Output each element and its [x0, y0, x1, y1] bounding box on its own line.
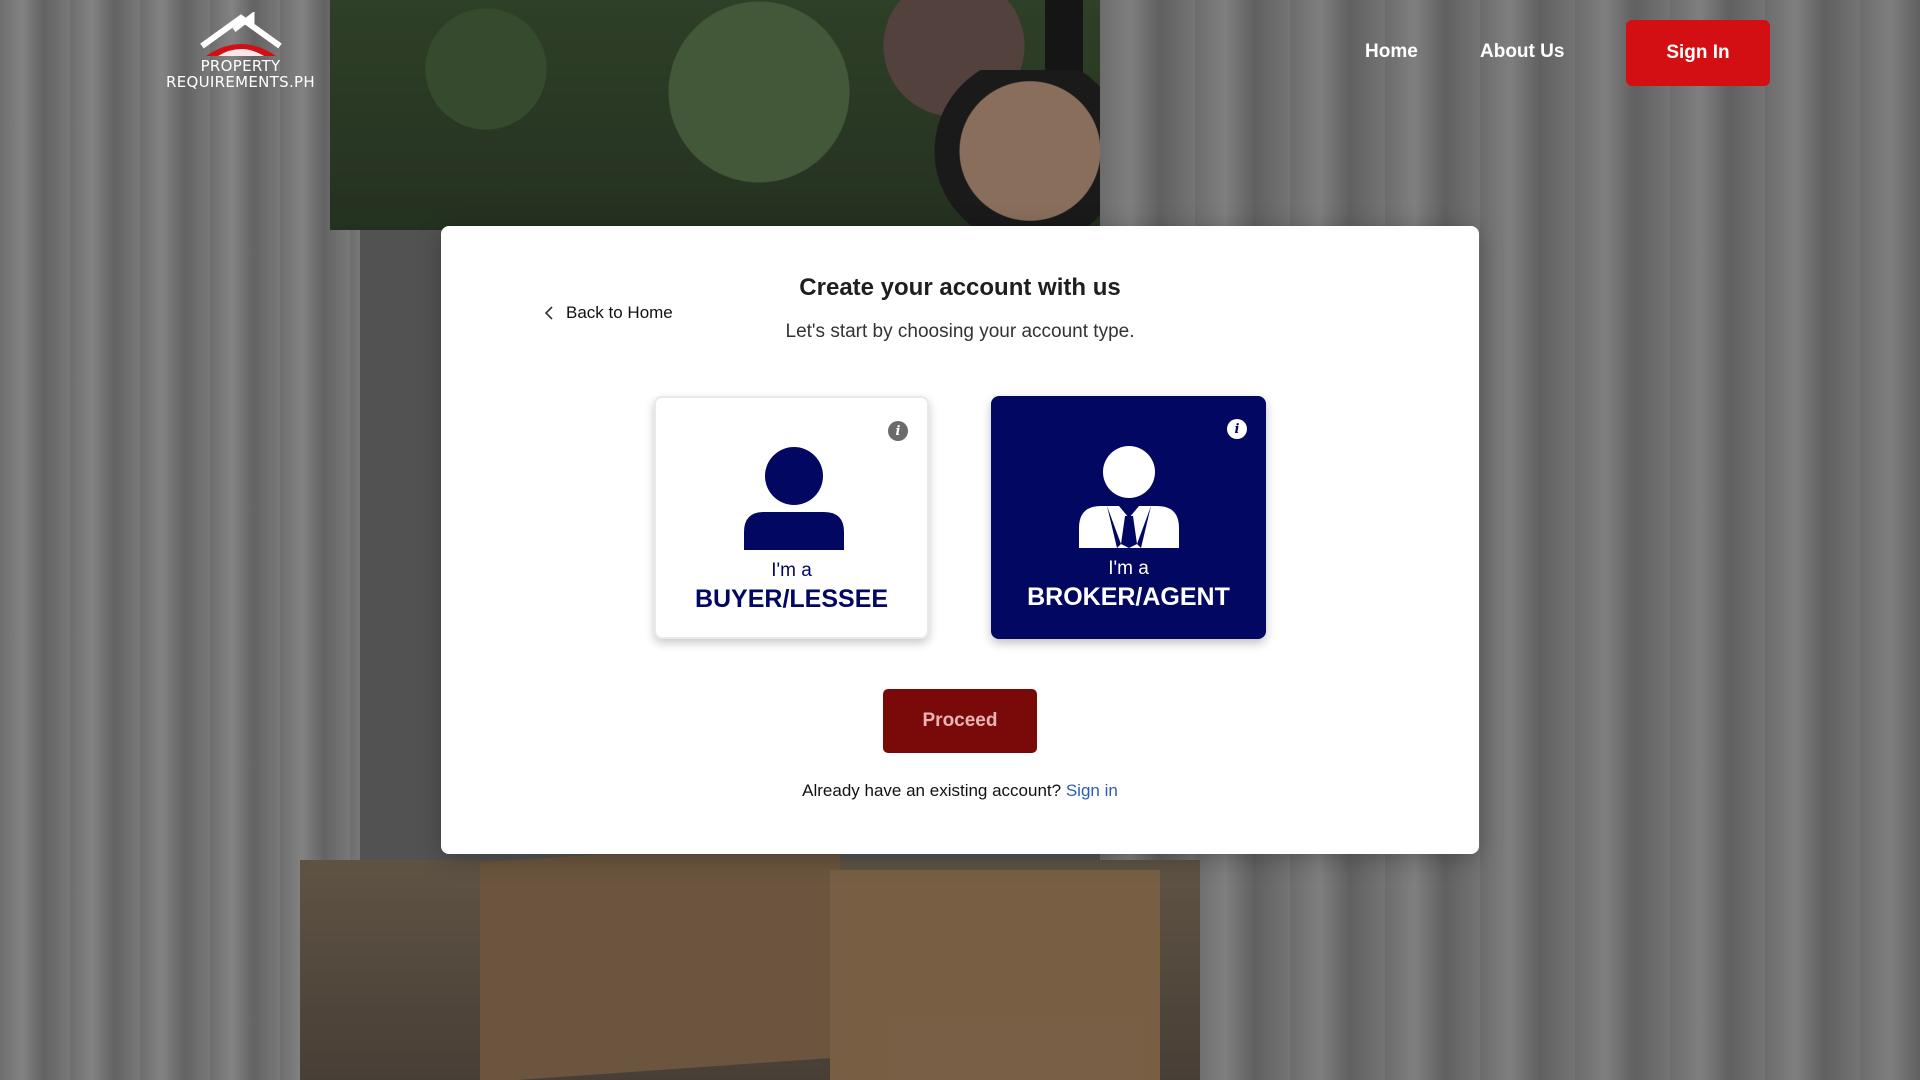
site-header: PROPERTY REQUIREMENTS.PH Home About Us S… [0, 0, 1920, 110]
dialog-title: Create your account with us [799, 274, 1121, 301]
sign-in-link[interactable]: Sign in [1066, 781, 1118, 800]
nav-about-link[interactable]: About Us [1480, 41, 1564, 63]
logo-text-line1: PROPERTY [200, 57, 281, 75]
dialog-subtitle: Let's start by choosing your account typ… [785, 321, 1135, 342]
chevron-left-icon [544, 306, 553, 320]
existing-account-prompt: Already have an existing account? Sign i… [441, 781, 1479, 801]
logo[interactable]: PROPERTY REQUIREMENTS.PH [158, 12, 323, 96]
sign-in-button[interactable]: Sign In [1626, 20, 1770, 86]
back-to-home-link[interactable]: Back to Home [544, 303, 673, 323]
buyer-role-label: BUYER/LESSEE [694, 585, 889, 613]
broker-role-label: BROKER/AGENT [1027, 583, 1230, 611]
broker-prefix: I'm a [1108, 558, 1149, 579]
buyer-prefix: I'm a [771, 560, 812, 581]
nav-home-link[interactable]: Home [1365, 41, 1418, 63]
info-icon[interactable]: i [1227, 419, 1247, 439]
logo-text-line2: REQUIREMENTS.PH [166, 73, 315, 91]
create-account-dialog: Back to Home Create your account with us… [441, 226, 1479, 854]
existing-account-text: Already have an existing account? [802, 781, 1062, 800]
user-tie-icon [1079, 446, 1179, 548]
back-to-home-label: Back to Home [566, 303, 673, 322]
info-icon[interactable]: i [888, 421, 908, 441]
proceed-button[interactable]: Proceed [883, 689, 1037, 753]
house-roof-icon [199, 12, 282, 56]
user-icon [744, 447, 844, 550]
account-type-broker-card[interactable]: i I'm a BROKER/AGENT [991, 396, 1266, 639]
account-type-buyer-card[interactable]: i I'm a BUYER/LESSEE [654, 396, 929, 639]
